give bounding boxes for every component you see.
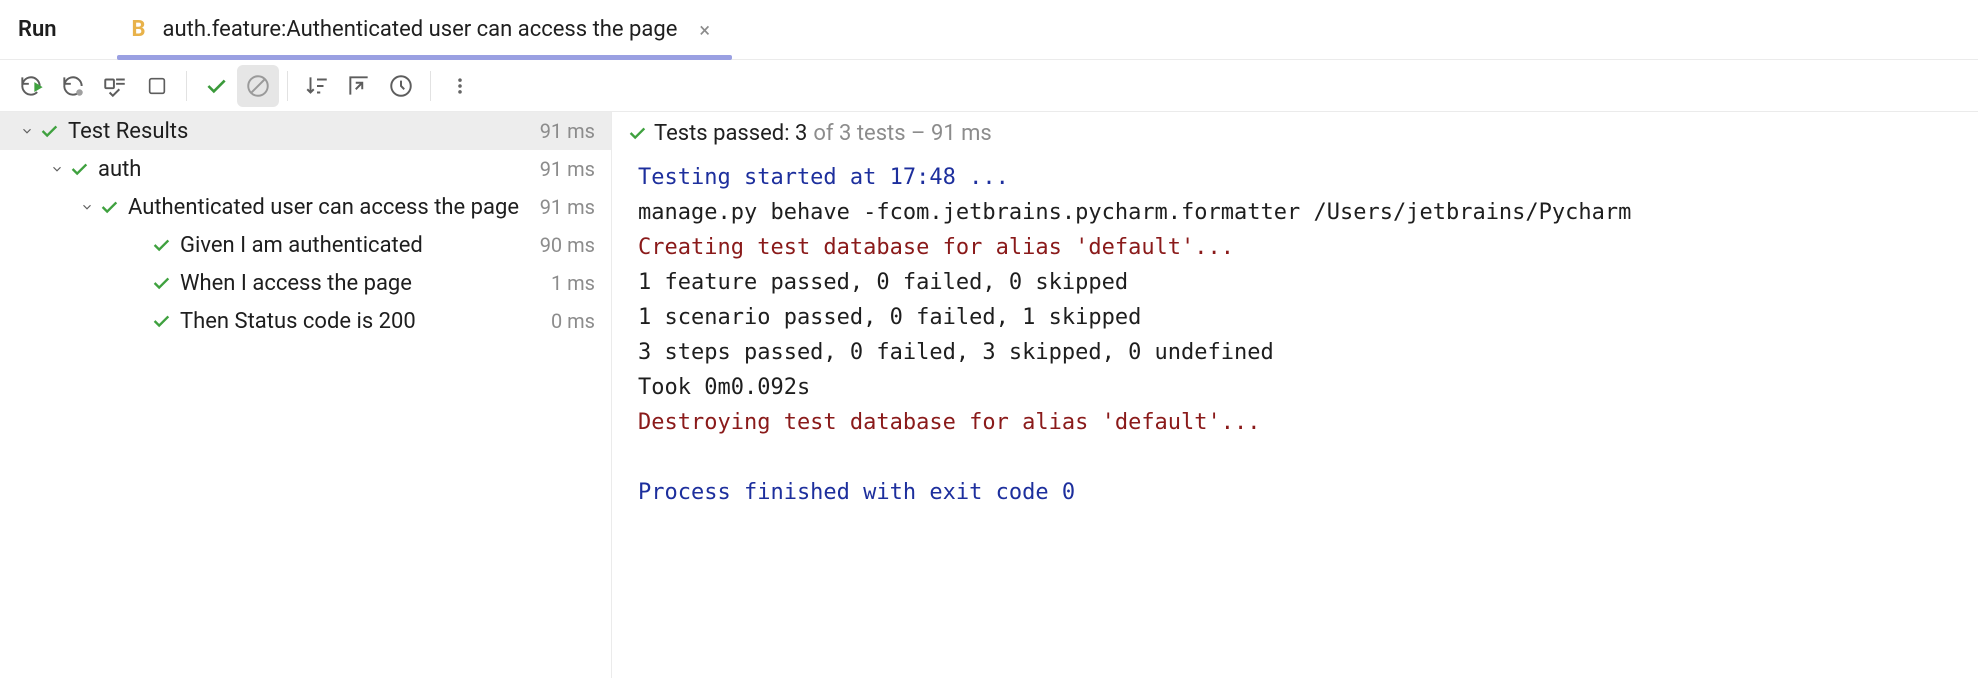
console-output[interactable]: Testing started at 17:48 ...manage.py be… (612, 154, 1978, 516)
summary-passed: Tests passed: 3 (654, 121, 807, 146)
tree-root-row[interactable]: Test Results 91 ms (0, 112, 611, 150)
check-icon (98, 196, 120, 218)
sort-icon[interactable] (296, 65, 338, 107)
tree-label: auth (98, 157, 141, 182)
tree-time: 90 ms (540, 233, 595, 257)
console-line: 3 steps passed, 0 failed, 3 skipped, 0 u… (638, 335, 1952, 370)
toggle-auto-test-icon[interactable] (94, 65, 136, 107)
rerun-failed-icon[interactable] (52, 65, 94, 107)
console-line: 1 feature passed, 0 failed, 0 skipped (638, 265, 1952, 300)
tree-time: 91 ms (540, 119, 595, 143)
toolbar-separator (430, 71, 431, 101)
console-panel: Tests passed: 3 of 3 tests – 91 ms Testi… (612, 112, 1978, 678)
run-toolwindow-header: Run B auth.feature:Authenticated user ca… (0, 0, 1978, 60)
console-line: Took 0m0.092s (638, 370, 1952, 405)
console-line: Creating test database for alias 'defaul… (638, 230, 1952, 265)
check-icon (150, 234, 172, 256)
tree-step-row[interactable]: Then Status code is 200 0 ms (0, 302, 611, 340)
tests-summary: Tests passed: 3 of 3 tests – 91 ms (612, 112, 1978, 154)
console-line (638, 440, 1952, 475)
chevron-down-icon[interactable] (46, 162, 68, 176)
tree-label: Given I am authenticated (180, 233, 423, 258)
check-icon (150, 272, 172, 294)
console-line: Destroying test database for alias 'defa… (638, 405, 1952, 440)
toolbar-separator (186, 71, 187, 101)
chevron-down-icon[interactable] (76, 200, 98, 214)
console-line: manage.py behave -fcom.jetbrains.pycharm… (638, 195, 1952, 230)
run-config-tab[interactable]: B auth.feature:Authenticated user can ac… (117, 0, 733, 59)
stop-icon[interactable] (136, 65, 178, 107)
show-ignored-icon[interactable] (237, 65, 279, 107)
chevron-down-icon[interactable] (16, 124, 38, 138)
run-config-tab-title: auth.feature:Authenticated user can acce… (163, 17, 678, 42)
tree-label: Authenticated user can access the page (128, 195, 519, 220)
expand-all-icon[interactable] (338, 65, 380, 107)
tree-time: 91 ms (540, 195, 595, 219)
tree-time: 0 ms (551, 309, 595, 333)
toolbar-separator (287, 71, 288, 101)
show-passed-icon[interactable] (195, 65, 237, 107)
tree-step-row[interactable]: When I access the page 1 ms (0, 264, 611, 302)
run-title: Run (18, 17, 57, 42)
tree-step-row[interactable]: Given I am authenticated 90 ms (0, 226, 611, 264)
tree-feature-row[interactable]: auth 91 ms (0, 150, 611, 188)
tree-scenario-row[interactable]: Authenticated user can access the page 9… (0, 188, 611, 226)
rerun-icon[interactable] (10, 65, 52, 107)
summary-total: of 3 tests – 91 ms (813, 121, 991, 146)
tree-label: When I access the page (180, 271, 412, 296)
tree-label: Test Results (68, 119, 188, 144)
test-history-icon[interactable] (380, 65, 422, 107)
tree-time: 1 ms (551, 271, 595, 295)
test-toolbar (0, 60, 1978, 112)
close-icon[interactable]: × (699, 18, 710, 42)
more-icon[interactable] (439, 65, 481, 107)
tree-time: 91 ms (540, 157, 595, 181)
test-tree[interactable]: Test Results 91 ms auth 91 ms Authentica… (0, 112, 612, 678)
check-icon (626, 122, 648, 144)
check-icon (150, 310, 172, 332)
console-line: 1 scenario passed, 0 failed, 1 skipped (638, 300, 1952, 335)
tree-label: Then Status code is 200 (180, 309, 416, 334)
console-line: Process finished with exit code 0 (638, 475, 1952, 510)
console-line: Testing started at 17:48 ... (638, 160, 1952, 195)
check-icon (38, 120, 60, 142)
tab-underline (117, 55, 733, 60)
check-icon (68, 158, 90, 180)
behave-file-icon: B (125, 16, 153, 44)
